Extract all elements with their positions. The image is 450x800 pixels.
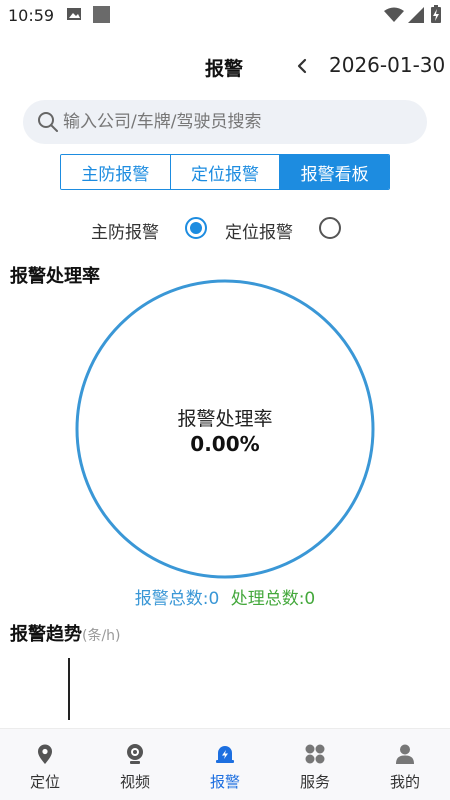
nav-label-profile: 我的 xyxy=(389,773,420,791)
tab-location-alarm[interactable]: 定位报警 xyxy=(170,155,281,189)
tab-active-alarm[interactable]: 主防报警 xyxy=(61,155,171,189)
nav-item-location[interactable]: 定位 xyxy=(0,729,90,800)
nav-label-alarm: 报警 xyxy=(209,773,240,791)
notification-square-icon xyxy=(93,6,110,23)
trend-title-text: 报警趋势 xyxy=(10,624,82,645)
alarm-bell-icon xyxy=(216,746,234,763)
nav-label-location: 定位 xyxy=(29,773,60,791)
location-pin-icon xyxy=(38,744,52,764)
nav-item-alarm[interactable]: 报警 xyxy=(180,729,270,800)
nav-label-video: 视频 xyxy=(119,773,150,791)
trend-unit: (条/h) xyxy=(82,628,121,644)
donut-center-label: 报警处理率 xyxy=(177,408,273,430)
tab-alarm-dashboard[interactable]: 报警看板 xyxy=(280,155,389,189)
camera-icon xyxy=(127,744,143,764)
nav-item-video[interactable]: 视频 xyxy=(90,729,180,800)
radio-label-active-alarm[interactable]: 主防报警 xyxy=(91,218,159,243)
status-bar: 10:59 xyxy=(0,0,450,32)
total-handled-count: 处理总数:0 xyxy=(230,589,316,609)
battery-icon xyxy=(431,5,441,23)
trend-chart-y-axis xyxy=(68,658,70,720)
date-selector[interactable]: 2026-01-30 xyxy=(329,53,445,77)
radio-location-alarm[interactable] xyxy=(319,217,341,239)
search-input[interactable] xyxy=(63,106,413,138)
signal-icon xyxy=(408,7,424,23)
radio-active-alarm[interactable] xyxy=(185,217,207,239)
page-title: 报警 xyxy=(205,58,244,80)
title-bar: 报警 2026-01-30 xyxy=(0,46,450,86)
status-time: 10:59 xyxy=(8,6,55,25)
user-icon xyxy=(396,744,414,764)
bottom-nav: 定位 视频 报警 服务 我的 xyxy=(0,728,450,800)
nav-item-profile[interactable]: 我的 xyxy=(360,729,450,800)
wifi-icon xyxy=(384,7,404,22)
alarm-totals: 报警总数:0 处理总数:0 xyxy=(0,584,450,609)
section-title-alarm-trend: 报警趋势(条/h) xyxy=(10,620,121,646)
search-box[interactable] xyxy=(23,100,427,144)
grid-icon xyxy=(305,744,325,764)
total-alarm-count: 报警总数:0 xyxy=(134,589,220,609)
alarm-tabs: 主防报警 定位报警 报警看板 xyxy=(60,154,390,190)
donut-center-value: 0.00% xyxy=(190,432,260,456)
nav-label-service: 服务 xyxy=(299,773,330,791)
search-icon xyxy=(38,112,58,132)
nav-item-service[interactable]: 服务 xyxy=(270,729,360,800)
alarm-type-radio-group: 主防报警 定位报警 xyxy=(0,214,450,244)
radio-label-location-alarm[interactable]: 定位报警 xyxy=(225,218,293,243)
image-notification-icon xyxy=(67,8,81,20)
chevron-left-icon[interactable] xyxy=(294,58,310,74)
